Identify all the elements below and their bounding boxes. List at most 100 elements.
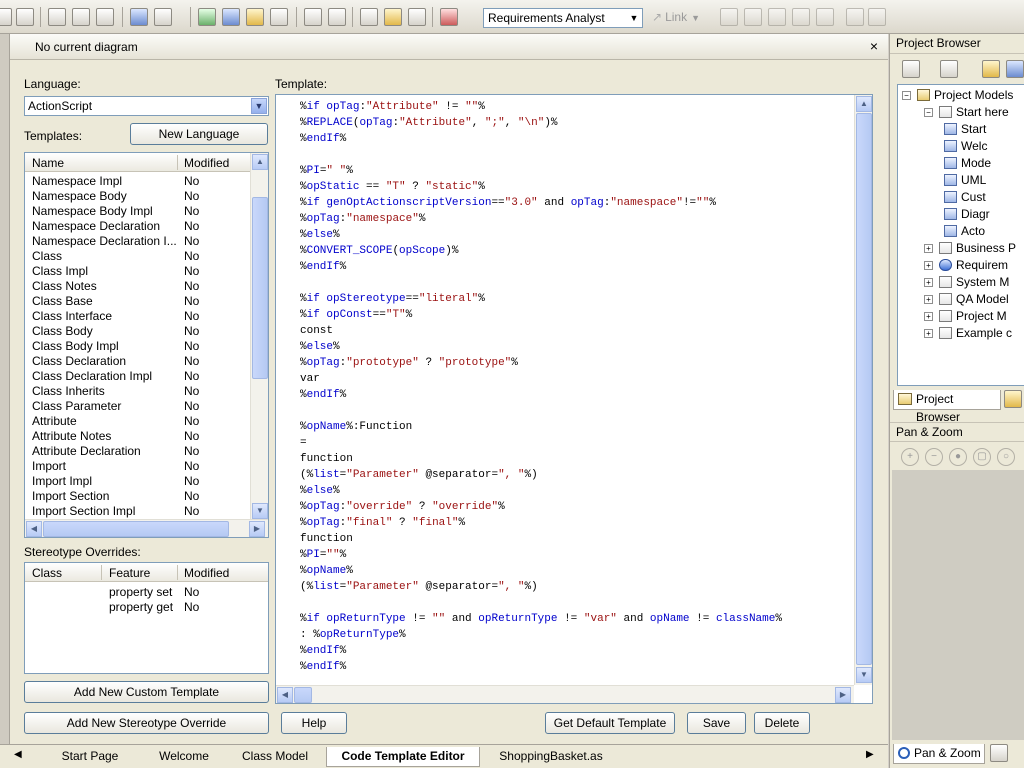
new-folder-icon[interactable] xyxy=(246,8,264,26)
scroll-left-icon[interactable]: ◀ xyxy=(26,521,42,537)
list-item[interactable]: Import Section No xyxy=(25,489,250,504)
binoculars-icon[interactable] xyxy=(328,8,346,26)
expand-icon[interactable]: + xyxy=(924,278,933,287)
list-item[interactable]: Class Notes No xyxy=(25,279,250,294)
list-item[interactable]: Namespace Body No xyxy=(25,189,250,204)
edit-icon[interactable] xyxy=(270,8,288,26)
tab-start-page[interactable]: Start Page xyxy=(40,747,140,767)
tree-node[interactable]: UML xyxy=(944,172,986,188)
expand-icon[interactable]: + xyxy=(924,329,933,338)
tab-pan-zoom[interactable]: Pan & Zoom xyxy=(893,744,985,764)
tree-node[interactable]: − Start here xyxy=(924,104,1009,120)
list-item[interactable]: Namespace Declaration No xyxy=(25,219,250,234)
new-view-icon[interactable] xyxy=(940,60,958,78)
list-item[interactable]: Import No xyxy=(25,459,250,474)
print-icon[interactable] xyxy=(96,8,114,26)
expand-icon[interactable]: + xyxy=(924,244,933,253)
list-item[interactable]: Class Interface No xyxy=(25,309,250,324)
search-diagram-icon[interactable] xyxy=(408,8,426,26)
tree-node[interactable]: Acto xyxy=(944,223,985,239)
resources-tab-icon[interactable] xyxy=(1004,390,1022,408)
tree-node[interactable]: + Business P xyxy=(924,240,1016,256)
list-item[interactable]: Class Declaration Impl No xyxy=(25,369,250,384)
scroll-thumb[interactable] xyxy=(43,521,229,537)
redo-icon[interactable] xyxy=(16,8,34,26)
zoom-out-icon[interactable]: − xyxy=(925,448,943,466)
tab-class-model[interactable]: Class Model xyxy=(228,747,322,767)
role-select[interactable]: Requirements Analyst ▼ xyxy=(483,8,643,28)
link-button[interactable]: ↗ Link ▼ xyxy=(652,10,700,24)
tree-node[interactable]: Start xyxy=(944,121,986,137)
zoom-normal-icon[interactable]: ● xyxy=(949,448,967,466)
legend-icon[interactable] xyxy=(816,8,834,26)
list-item[interactable]: Namespace Declaration I... No xyxy=(25,234,250,249)
list-item[interactable]: Class Inherits No xyxy=(25,384,250,399)
save-button[interactable]: Save xyxy=(687,712,746,734)
collapse-icon[interactable]: − xyxy=(902,91,911,100)
list-item[interactable]: Class Base No xyxy=(25,294,250,309)
expand-icon[interactable]: + xyxy=(924,261,933,270)
tree-node[interactable]: − Project Models xyxy=(902,87,1013,103)
list-item[interactable]: Namespace Impl No xyxy=(25,174,250,189)
status-icon[interactable] xyxy=(440,8,458,26)
list-item[interactable]: Class Body No xyxy=(25,324,250,339)
template-code-editor[interactable]: %if opTag:"Attribute" != ""% %REPLACE(opT… xyxy=(275,94,873,704)
book-icon[interactable] xyxy=(384,8,402,26)
pan-zoom-canvas[interactable] xyxy=(892,470,1024,740)
expand-icon[interactable]: + xyxy=(924,295,933,304)
list-item[interactable]: property set No xyxy=(25,585,268,600)
tree-node[interactable]: + Requirem xyxy=(924,257,1008,273)
tab-code-template-editor[interactable]: Code Template Editor xyxy=(326,747,480,767)
new-language-button[interactable]: New Language xyxy=(130,123,268,145)
scroll-thumb[interactable] xyxy=(856,113,872,665)
undo-icon[interactable] xyxy=(0,8,12,26)
tab-scroll-right-icon[interactable]: ▶ xyxy=(866,749,874,760)
print-preview-icon[interactable] xyxy=(48,8,66,26)
list-item[interactable]: Attribute Declaration No xyxy=(25,444,250,459)
boundary-icon[interactable] xyxy=(792,8,810,26)
tree-node[interactable]: Cust xyxy=(944,189,986,205)
scroll-down-icon[interactable]: ▼ xyxy=(252,503,268,519)
tree-node[interactable]: Mode xyxy=(944,155,991,171)
tree-node[interactable]: + System M xyxy=(924,274,1009,290)
scroll-thumb[interactable] xyxy=(252,197,268,379)
list-item[interactable]: Attribute Notes No xyxy=(25,429,250,444)
diagram-icon[interactable] xyxy=(222,8,240,26)
code-horizontal-scrollbar[interactable]: ◀ ▶ xyxy=(276,685,854,703)
text-icon[interactable] xyxy=(768,8,786,26)
tree-node[interactable]: + Example c xyxy=(924,325,1012,341)
column-header-class[interactable]: Class xyxy=(32,566,62,580)
list-item[interactable]: Import Impl No xyxy=(25,474,250,489)
templates-vertical-scrollbar[interactable]: ▲ ▼ xyxy=(250,153,268,521)
expand-icon[interactable]: + xyxy=(924,312,933,321)
add-custom-template-button[interactable]: Add New Custom Template xyxy=(24,681,269,703)
tab-welcome[interactable]: Welcome xyxy=(144,747,224,767)
note-icon[interactable] xyxy=(744,8,762,26)
language-select[interactable]: ActionScript ▼ xyxy=(24,96,269,116)
code-vertical-scrollbar[interactable]: ▲ ▼ xyxy=(854,95,872,685)
zoom-in-icon[interactable]: + xyxy=(901,448,919,466)
add-stereotype-override-button[interactable]: Add New Stereotype Override xyxy=(24,712,269,734)
line-icon[interactable] xyxy=(868,8,886,26)
scroll-up-icon[interactable]: ▲ xyxy=(856,96,872,112)
scroll-right-icon[interactable]: ▶ xyxy=(835,687,851,703)
zoom-search-icon[interactable]: ○ xyxy=(997,448,1015,466)
get-default-template-button[interactable]: Get Default Template xyxy=(545,712,675,734)
templates-horizontal-scrollbar[interactable]: ◀ ▶ xyxy=(25,519,268,537)
scroll-right-icon[interactable]: ▶ xyxy=(249,521,265,537)
new-package-icon[interactable] xyxy=(982,60,1000,78)
list-item[interactable]: Attribute No xyxy=(25,414,250,429)
new-model-icon[interactable] xyxy=(902,60,920,78)
list-item[interactable]: Class No xyxy=(25,249,250,264)
refresh-icon[interactable] xyxy=(198,8,216,26)
close-icon[interactable]: × xyxy=(870,38,878,54)
tree-node[interactable]: Welc xyxy=(944,138,987,154)
rectangle-icon[interactable] xyxy=(720,8,738,26)
scroll-down-icon[interactable]: ▼ xyxy=(856,667,872,683)
column-header-name[interactable]: Name xyxy=(32,156,64,170)
collapse-icon[interactable]: − xyxy=(924,108,933,117)
tab-shoppingbasket-as[interactable]: ShoppingBasket.as xyxy=(486,747,616,767)
list-item[interactable]: Import Section Impl No xyxy=(25,504,250,519)
list-item[interactable]: Class Body Impl No xyxy=(25,339,250,354)
notes-icon[interactable] xyxy=(360,8,378,26)
